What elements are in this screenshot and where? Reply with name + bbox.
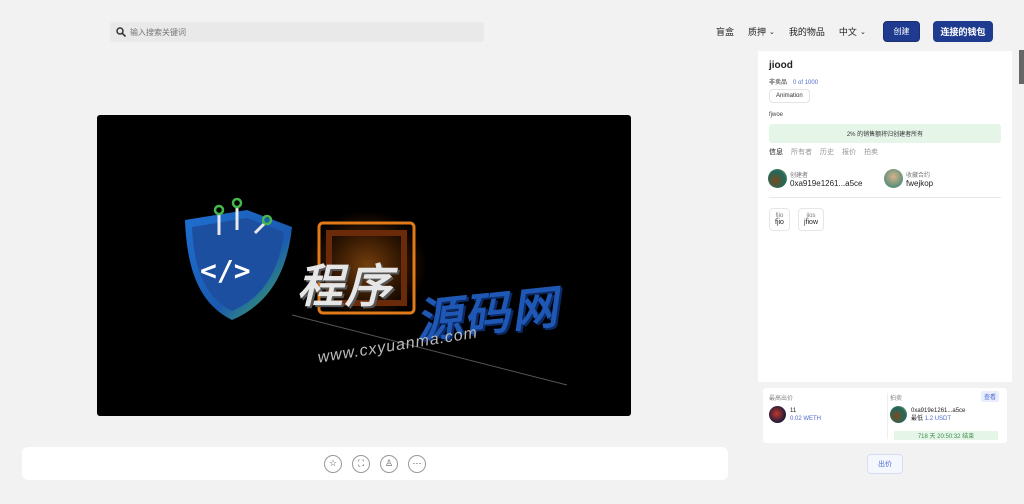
search-icon xyxy=(116,27,126,37)
chevron-down-icon: ⌄ xyxy=(769,28,775,36)
item-title: jiood xyxy=(769,60,793,71)
star-icon[interactable]: ☆ xyxy=(324,454,342,473)
top-nav: 盲盒 质押 ⌄ 我的物品 中文 ⌄ xyxy=(716,25,866,38)
connect-wallet-button[interactable]: 连接的钱包 xyxy=(933,21,993,42)
collection-info[interactable]: 收藏合约 fwejkop xyxy=(884,169,933,188)
tab-offers[interactable]: 报价 xyxy=(842,147,856,157)
detail-tabs: 信息 所有者 历史 报价 拍卖 xyxy=(769,147,878,157)
tab-info[interactable]: 信息 xyxy=(769,147,783,157)
highest-bid-amount: 0.02 WETH xyxy=(790,415,822,422)
view-auction-button[interactable]: 查看 xyxy=(981,391,1000,402)
min-price: 1.2 USDT xyxy=(924,415,952,422)
property-card: fjio fjio xyxy=(769,208,790,231)
svg-text:</>: </> xyxy=(200,254,251,287)
property-value: jfiow xyxy=(804,219,819,226)
item-meta: 非卖品 0 of 1000 xyxy=(769,77,818,86)
like-icon[interactable]: ♙ xyxy=(380,454,398,473)
media-action-bar: ☆ ⛶ ♙ ⋯ xyxy=(22,447,728,480)
collection-name: fwejkop xyxy=(906,178,934,188)
logo-text-main: 程序 xyxy=(297,259,393,313)
avatar xyxy=(769,406,786,423)
highest-bid-label: 最高出价 xyxy=(769,396,794,402)
nav-my-items[interactable]: 我的物品 xyxy=(789,25,825,38)
bid-summary: 最高出价 11 0.02 WETH 拍卖 0xa919e1261...a5ce … xyxy=(763,388,1007,443)
item-description: fjwoe xyxy=(769,112,784,118)
auction-seller: 0xa919e1261...a5ce xyxy=(911,407,966,414)
auction-countdown: 718 天 20:50:32 结束 xyxy=(894,431,998,440)
item-count: 0 of 1000 xyxy=(793,80,819,86)
nav-pledge-label: 质押 xyxy=(748,27,767,37)
item-type: 非卖品 xyxy=(769,80,788,86)
highest-bid: 最高出价 11 0.02 WETH xyxy=(769,393,883,423)
chevron-down-icon: ⌄ xyxy=(859,28,866,36)
fullscreen-icon[interactable]: ⛶ xyxy=(352,454,370,473)
create-button[interactable]: 创建 xyxy=(883,21,920,42)
divider xyxy=(769,197,1001,198)
make-offer-button[interactable]: 出价 xyxy=(867,454,903,474)
min-price-label: 最低 xyxy=(911,415,924,422)
royalty-notice: 2% 的销售额将归创建者所有 xyxy=(769,124,1001,143)
search-bar[interactable] xyxy=(110,22,484,42)
language-label: 中文 xyxy=(838,27,857,37)
avatar xyxy=(768,169,787,188)
collection-label: 收藏合约 xyxy=(906,172,931,179)
property-value: fjio xyxy=(775,219,784,226)
nav-blindbox[interactable]: 盲盒 xyxy=(716,25,734,38)
scrollbar[interactable] xyxy=(1019,50,1024,84)
search-input[interactable] xyxy=(130,27,460,37)
avatar xyxy=(890,406,907,423)
creator-label: 创建者 xyxy=(790,172,809,179)
tab-history[interactable]: 历史 xyxy=(820,147,834,157)
avatar xyxy=(884,169,903,188)
item-tag[interactable]: Animation xyxy=(769,89,810,103)
nav-pledge[interactable]: 质押 ⌄ xyxy=(748,25,775,38)
language-select[interactable]: 中文 ⌄ xyxy=(839,25,866,38)
creator-info[interactable]: 创建者 0xa919e1261...a5ce xyxy=(768,169,863,188)
item-details-panel: jiood 非卖品 0 of 1000 Animation fjwoe 2% 的销… xyxy=(758,51,1012,382)
creator-address: 0xa919e1261...a5ce xyxy=(790,178,863,188)
property-card: jios jfiow xyxy=(798,208,825,231)
tab-auction[interactable]: 拍卖 xyxy=(864,147,878,157)
more-icon[interactable]: ⋯ xyxy=(408,454,426,473)
tab-owners[interactable]: 所有者 xyxy=(791,147,812,157)
nft-media-preview: </> 程序 源码网 www.cxyuanma.com xyxy=(97,115,631,416)
highest-bidder: 11 xyxy=(790,407,797,414)
